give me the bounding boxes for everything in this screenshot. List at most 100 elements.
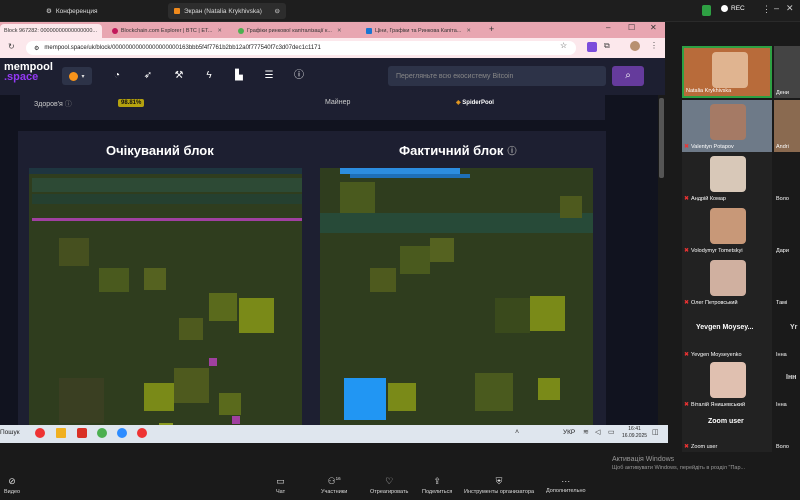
host-tools-button[interactable]: ⛨ Инструменты организатора <box>464 476 534 495</box>
participant-name: Andri <box>776 144 789 150</box>
avatar <box>712 52 748 88</box>
share-button[interactable]: ⇪ Поделиться <box>422 476 452 495</box>
bookmark-star-icon[interactable]: ☆ <box>560 41 567 50</box>
browser-tab-market-cap[interactable]: Графіки ринкової капіталізації к... ✕ <box>234 24 354 38</box>
chrome-icon[interactable] <box>35 428 45 438</box>
participants-label: Участники <box>321 489 348 495</box>
dashboard-gauge-icon[interactable]: ◔ <box>110 69 124 83</box>
participant-tile[interactable]: Iнн Інна <box>774 358 800 410</box>
participant-name: ✖ Zoom user <box>684 443 717 451</box>
info-icon[interactable]: ⓘ <box>507 144 516 157</box>
participant-tile[interactable]: ✖ Volodymyr Tometskyi <box>682 204 772 256</box>
shield-icon[interactable] <box>702 5 711 16</box>
battery-icon[interactable]: ▭ <box>608 428 615 436</box>
graphs-icon[interactable]: ▙ <box>232 69 246 83</box>
rec-indicator[interactable]: REC <box>721 5 745 12</box>
participant-name-text: Volodymyr Tometskyi <box>691 247 743 254</box>
tab-conference[interactable]: ⚙ Конференция <box>40 3 103 19</box>
info-icon[interactable]: ⓘ <box>65 101 72 108</box>
chrome-profile-icon[interactable] <box>97 428 107 438</box>
block-stats-box: Здоров'я ⓘ 98.81% Майнер ◈ SpiderPool <box>20 95 605 120</box>
participant-tile[interactable]: Воло <box>774 152 800 204</box>
app-icon[interactable] <box>77 428 87 438</box>
notification-icon[interactable]: ◫ <box>652 428 659 436</box>
profile-avatar[interactable] <box>630 41 640 51</box>
participant-tile[interactable]: Дари <box>774 204 800 256</box>
participant-name: ✖ Yevgen Moyseyenko <box>684 351 742 359</box>
new-tab-icon[interactable]: + <box>489 24 494 34</box>
more-icon[interactable]: ⊖ <box>275 7 280 15</box>
search-input[interactable]: Перегляньте всю екосистему Bitcoin <box>388 66 606 86</box>
language-indicator[interactable]: УКР <box>563 429 575 436</box>
taskbar-search[interactable]: Пошук <box>0 429 20 436</box>
participant-tile[interactable]: ✖ Віталій Янишевський <box>682 358 772 410</box>
video-button[interactable]: ⊘ Видео <box>4 476 20 495</box>
lightning-icon[interactable]: ϟ <box>202 69 216 83</box>
reload-icon[interactable]: ↻ <box>8 42 15 51</box>
chrome-icon[interactable] <box>137 428 147 438</box>
close-tab-icon[interactable]: ✕ <box>217 28 222 34</box>
participant-tile[interactable]: Тамі <box>774 256 800 308</box>
maximize-icon[interactable]: ☐ <box>628 23 635 32</box>
participant-tile[interactable]: Yr Інна <box>774 308 800 360</box>
participant-tile[interactable]: ✖ Андрій Комар <box>682 152 772 204</box>
file-explorer-icon[interactable] <box>56 428 66 438</box>
scrollbar-thumb[interactable] <box>659 98 664 178</box>
react-button[interactable]: ♡ Отреагировать <box>370 476 408 495</box>
participant-tile[interactable]: Дени <box>774 46 800 98</box>
participant-tile[interactable]: Zoom user ✖ Zoom user <box>682 410 772 452</box>
participants-button[interactable]: ⚇16 Участники <box>321 476 347 495</box>
mempool-logo[interactable]: mempool .space <box>4 62 53 83</box>
chat-button[interactable]: ▭ Чат <box>276 476 285 495</box>
close-icon[interactable]: ✕ <box>786 3 794 14</box>
minimize-icon[interactable]: – <box>774 3 779 13</box>
miner-value-text: SpiderPool <box>462 100 494 106</box>
zoom-app-icon[interactable] <box>117 428 127 438</box>
close-tab-icon[interactable]: ✕ <box>337 28 342 34</box>
close-icon[interactable]: ✕ <box>650 23 657 32</box>
windows-taskbar: Пошук ˄ УКР ≋ ◁ ▭ 16:41 16.09.2025 ◫ <box>0 425 668 443</box>
participant-name-text: Олег Петровський <box>691 299 738 306</box>
participant-name-text: Андрій Комар <box>691 195 726 202</box>
info-icon[interactable]: ⓘ <box>292 69 306 83</box>
browser-tab-blockchain[interactable]: Blockchain.com Explorer | BTC | ET... ✕ <box>108 24 226 38</box>
chat-icon: ▭ <box>276 476 285 486</box>
participant-tile[interactable]: ✖ Олег Петровський <box>682 256 772 308</box>
rocket-icon[interactable]: ➶ <box>141 69 155 83</box>
extensions-puzzle-icon[interactable]: ⧉ <box>604 41 610 51</box>
avatar <box>710 104 746 140</box>
more-button[interactable]: ··· Дополнительно <box>546 476 586 494</box>
participant-tile[interactable]: Andri <box>774 100 800 152</box>
chevron-up-icon[interactable]: ˄ <box>515 429 519 436</box>
browser-tab-prices[interactable]: Ціни, Графіки та Ринкова Капіта... ✕ <box>362 24 480 38</box>
minimize-icon[interactable]: – <box>606 23 610 32</box>
url-field[interactable]: ⚙ mempool.space/uk/block/000000000000000… <box>26 41 576 55</box>
participant-name-text: Віталій Янишевський <box>691 401 746 408</box>
search-button[interactable]: ⌕ <box>612 66 644 86</box>
site-info-icon[interactable]: ⚙ <box>34 45 39 52</box>
close-tab-icon[interactable]: ✕ <box>466 28 471 34</box>
network-selector[interactable]: ▾ <box>62 67 92 85</box>
actual-block-visualization[interactable] <box>320 168 593 425</box>
react-label: Отреагировать <box>370 489 409 495</box>
extension-icon[interactable] <box>587 42 597 52</box>
browser-tab-block[interactable]: Block 967282: 00000000000000000...✕ <box>0 24 102 38</box>
video-off-icon: ⊘ <box>8 476 16 486</box>
participant-tile[interactable]: Natalia Krykhivska <box>682 46 772 98</box>
miner-value[interactable]: ◈ SpiderPool <box>456 99 494 106</box>
participant-tile[interactable]: ✖ Valentyn Potapov <box>682 100 772 152</box>
mining-pickaxe-icon[interactable]: ⚒ <box>172 69 186 83</box>
participant-tile[interactable]: Yevgen Moysey... ✖ Yevgen Moyseyenko <box>682 308 772 360</box>
clock[interactable]: 16:41 16.09.2025 <box>622 426 647 440</box>
wifi-icon[interactable]: ≋ <box>583 428 589 436</box>
participant-name-text: Natalia Krykhivska <box>686 88 732 94</box>
more-label: Дополнительно <box>546 488 586 494</box>
participant-tile[interactable]: Воло <box>774 410 800 452</box>
menu-icon[interactable]: ⋮ <box>650 41 658 50</box>
participant-header: Zoom user <box>708 418 744 425</box>
volume-icon[interactable]: ◁ <box>595 428 600 436</box>
tab-screen-share[interactable]: Экран (Natalia Krykhivska) ⊖ <box>168 3 286 19</box>
layers-icon[interactable]: ☰ <box>262 69 276 83</box>
expected-block-visualization[interactable] <box>29 168 302 425</box>
options-icon[interactable]: ⋮ <box>762 4 771 15</box>
